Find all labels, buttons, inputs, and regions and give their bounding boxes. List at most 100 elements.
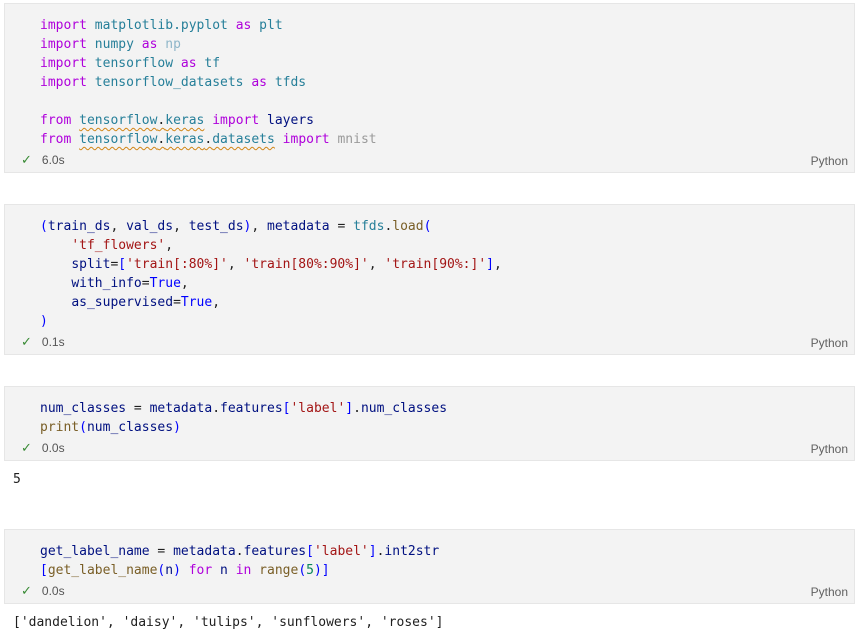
code-token: from — [40, 132, 72, 147]
code-token: True — [149, 276, 181, 291]
cell-4-source[interactable]: get_label_name = metadata.features['labe… — [40, 542, 439, 580]
code-token: ( — [79, 420, 87, 435]
code-cell-4[interactable]: get_label_name = metadata.features['labe… — [4, 529, 855, 604]
code-token: . — [353, 401, 361, 416]
code-token: print — [40, 420, 80, 435]
success-check-icon: ✓ — [21, 152, 32, 167]
code-token: datasets — [212, 132, 275, 147]
code-token: plt — [259, 18, 283, 33]
code-cell-2[interactable]: (train_ds, val_ds, test_ds), metadata = … — [4, 204, 855, 355]
code-token: 'label' — [290, 401, 346, 416]
code-token: tensorflow — [94, 56, 174, 71]
language-label[interactable]: Python — [811, 154, 848, 168]
code-token: , — [368, 257, 385, 272]
language-label[interactable]: Python — [811, 585, 848, 599]
code-token: keras — [165, 113, 205, 128]
exec-time: 0.1s — [41, 335, 65, 349]
code-token: import — [282, 132, 330, 147]
code-token: np — [165, 37, 181, 52]
exec-time: 0.0s — [41, 441, 65, 455]
code-token: keras — [165, 132, 205, 147]
code-token: [ — [306, 544, 314, 559]
code-token: import — [212, 113, 260, 128]
success-check-icon: ✓ — [21, 334, 32, 349]
code-token: , — [180, 276, 189, 291]
code-token: ] — [486, 257, 494, 272]
cell-1-source[interactable]: import matplotlib.pyplot as plt import nu… — [40, 16, 377, 149]
code-token: matplotlib.pyplot — [94, 18, 228, 33]
code-token: from — [40, 113, 72, 128]
success-check-icon: ✓ — [21, 583, 32, 598]
code-token: as — [141, 37, 158, 52]
cell-3-output: 5 — [13, 472, 21, 487]
code-token: metadata — [173, 544, 236, 559]
code-line: (train_ds, val_ds, test_ds), metadata = … — [40, 217, 502, 236]
code-token: = — [149, 544, 174, 559]
code-line: ) — [40, 312, 502, 331]
code-token: import — [40, 37, 87, 52]
code-token: as — [180, 56, 197, 71]
code-token: tensorflow_datasets — [94, 75, 244, 90]
code-token: import — [40, 56, 87, 71]
code-token: tensorflow — [79, 132, 158, 147]
code-token: 'train[90%:]' — [384, 257, 487, 272]
code-token: ( — [40, 219, 48, 234]
code-token: tensorflow — [79, 113, 158, 128]
code-token: 'label' — [313, 544, 369, 559]
code-token: = — [173, 295, 181, 310]
code-token: , — [165, 238, 174, 253]
code-token: . — [235, 544, 244, 559]
code-cell-3[interactable]: num_classes = metadata.features['label']… — [4, 386, 855, 461]
code-token: = — [329, 219, 354, 234]
code-line: split=['train[:80%]', 'train[80%:90%]', … — [40, 255, 502, 274]
code-token: , — [110, 219, 127, 234]
code-token: ) — [173, 563, 181, 578]
code-token: ( — [423, 219, 432, 234]
code-token: ( — [298, 563, 307, 578]
code-token: , — [173, 219, 189, 234]
code-token: train_ds — [47, 219, 111, 234]
code-line: import tensorflow_datasets as tfds — [40, 73, 377, 92]
code-token: metadata — [149, 401, 213, 416]
code-cell-1[interactable]: import matplotlib.pyplot as plt import nu… — [4, 3, 855, 173]
cell-1-status: ✓ 6.0s — [21, 152, 65, 168]
code-token: get_label_name — [47, 563, 158, 578]
success-check-icon: ✓ — [21, 440, 32, 455]
code-line: [get_label_name(n) for n in range(5)] — [40, 561, 439, 580]
code-token: = — [126, 401, 150, 416]
cell-2-status: ✓ 0.1s — [21, 334, 65, 350]
exec-time: 6.0s — [41, 153, 65, 167]
exec-time: 0.0s — [41, 584, 65, 598]
code-token: split — [71, 257, 111, 272]
language-label[interactable]: Python — [811, 336, 848, 350]
code-token: , — [212, 295, 221, 310]
code-line: from tensorflow.keras import layers — [40, 111, 377, 130]
code-token: get_label_name — [40, 544, 150, 559]
code-token: num_classes — [86, 420, 174, 435]
language-label[interactable]: Python — [811, 442, 848, 456]
code-token: 5 — [306, 563, 314, 578]
code-line: from tensorflow.keras.datasets import mn… — [40, 130, 377, 149]
code-token: [ — [40, 563, 48, 578]
cell-3-source[interactable]: num_classes = metadata.features['label']… — [40, 399, 447, 437]
code-token: tf — [204, 56, 221, 71]
code-line: num_classes = metadata.features['label']… — [40, 399, 447, 418]
code-token: in — [235, 563, 252, 578]
code-token: 'train[:80%]' — [126, 257, 228, 272]
code-token: n — [165, 563, 174, 578]
cell-2-source[interactable]: (train_ds, val_ds, test_ds), metadata = … — [40, 217, 502, 331]
code-token: with_info — [71, 276, 142, 291]
code-token: load — [392, 219, 424, 234]
code-token: as_supervised — [71, 295, 174, 310]
code-token: , — [227, 257, 244, 272]
